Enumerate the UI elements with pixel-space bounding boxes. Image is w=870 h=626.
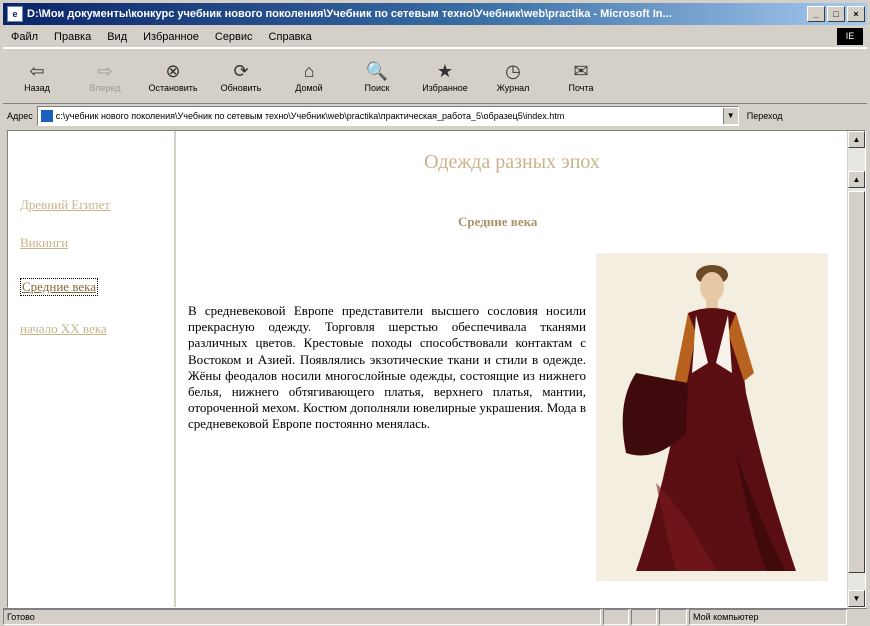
mail-icon: ✉ bbox=[573, 61, 589, 81]
navigation-frame: Древний Египет Викинги Средние века нача… bbox=[8, 131, 176, 607]
toolbar-label: Домой bbox=[295, 83, 323, 93]
address-input[interactable]: c:\учебник нового поколения\Учебник по с… bbox=[36, 106, 739, 126]
toolbar-button-7[interactable]: ◷ Журнал bbox=[479, 51, 547, 101]
toolbar-button-0[interactable]: ⇦ Назад bbox=[3, 51, 71, 101]
status-pane-1 bbox=[603, 609, 629, 625]
toolbar-button-2[interactable]: ⊗ Остановить bbox=[139, 51, 207, 101]
status-text: Готово bbox=[3, 609, 601, 625]
home-icon: ⌂ bbox=[303, 61, 315, 81]
nav-link-egypt[interactable]: Древний Египет bbox=[20, 197, 110, 213]
toolbar-button-8[interactable]: ✉ Почта bbox=[547, 51, 615, 101]
content-frame: Одежда разных эпох Средние века В средне… bbox=[176, 131, 848, 607]
status-bar: Готово Мой компьютер bbox=[3, 608, 867, 625]
menu-favorites[interactable]: Избранное bbox=[143, 31, 199, 43]
status-zone: Мой компьютер bbox=[689, 609, 847, 625]
toolbar-button-6[interactable]: ★ Избранное bbox=[411, 51, 479, 101]
toolbar-button-5[interactable]: 🔍 Поиск bbox=[343, 51, 411, 101]
scroll-up-icon[interactable]: ▲ bbox=[848, 131, 865, 148]
toolbar-label: Почта bbox=[568, 83, 594, 93]
chevron-down-icon[interactable]: ▼ bbox=[722, 108, 738, 124]
menu-help[interactable]: Справка bbox=[269, 31, 312, 43]
nav-link-middle-ages[interactable]: Средние века bbox=[20, 278, 99, 296]
section-subtitle: Средние века bbox=[458, 214, 538, 229]
address-url[interactable]: c:\учебник нового поколения\Учебник по с… bbox=[56, 111, 723, 121]
menu-edit[interactable]: Правка bbox=[54, 31, 91, 43]
article-text: В средневековой Европе представители выс… bbox=[188, 303, 586, 432]
ie-page-icon: e bbox=[7, 6, 23, 22]
close-button[interactable]: × bbox=[847, 6, 865, 22]
page-title: Одежда разных эпох bbox=[424, 151, 600, 173]
menu-bar: Файл Правка Вид Избранное Сервис Справка… bbox=[3, 27, 867, 48]
scroll-down-icon[interactable]: ▼ bbox=[848, 590, 865, 607]
toolbar-label: Обновить bbox=[220, 83, 262, 93]
browser-content: Древний Египет Викинги Средние века нача… bbox=[7, 130, 866, 608]
window-titlebar: e D:\Мои документы\конкурс учебник новог… bbox=[3, 3, 867, 25]
toolbar-button-1[interactable]: ⇨ Вперед bbox=[71, 51, 139, 101]
menu-view[interactable]: Вид bbox=[107, 31, 127, 43]
toolbar-label: Журнал bbox=[496, 83, 530, 93]
toolbar: ⇦ Назад ⇨ Вперед ⊗ Остановить ⟳ Обновить ⌂ Домой 🔍… bbox=[3, 48, 867, 104]
back-arrow-icon: ⇦ bbox=[29, 61, 45, 81]
window-title: D:\Мои документы\конкурс учебник нового … bbox=[27, 8, 672, 20]
windows-logo-icon: IE bbox=[837, 28, 863, 45]
scrollbar-thumb[interactable] bbox=[848, 191, 865, 573]
favorites-icon: ★ bbox=[436, 61, 454, 81]
refresh-icon: ⟳ bbox=[233, 61, 249, 81]
go-button[interactable]: Переход bbox=[747, 111, 783, 121]
toolbar-label: Вперед bbox=[89, 83, 121, 93]
minimize-button[interactable]: _ bbox=[807, 6, 825, 22]
toolbar-label: Избранное bbox=[422, 83, 468, 93]
address-label: Адрес bbox=[7, 111, 33, 121]
scroll-up-icon-2[interactable]: ▲ bbox=[848, 171, 865, 188]
toolbar-label: Назад bbox=[24, 83, 50, 93]
forward-arrow-icon: ⇨ bbox=[97, 61, 113, 81]
nav-link-vikings[interactable]: Викинги bbox=[20, 235, 68, 251]
toolbar-button-3[interactable]: ⟳ Обновить bbox=[207, 51, 275, 101]
maximize-button[interactable]: □ bbox=[827, 6, 845, 22]
status-pane-2 bbox=[631, 609, 657, 625]
page-icon bbox=[40, 110, 53, 122]
medieval-dress-image bbox=[596, 253, 828, 581]
stop-icon: ⊗ bbox=[165, 61, 181, 81]
menu-file[interactable]: Файл bbox=[11, 31, 38, 43]
menu-tools[interactable]: Сервис bbox=[215, 31, 253, 43]
history-icon: ◷ bbox=[505, 61, 521, 81]
search-icon: 🔍 bbox=[365, 61, 389, 81]
address-bar: Адрес c:\учебник нового поколения\Учебни… bbox=[3, 105, 867, 127]
vertical-scrollbar[interactable]: ▲ ▲ ▼ bbox=[847, 131, 865, 607]
toolbar-label: Поиск bbox=[364, 83, 390, 93]
nav-link-20th-century[interactable]: начало XX века bbox=[20, 321, 107, 337]
medieval-lady-illustration bbox=[596, 253, 828, 581]
toolbar-label: Остановить bbox=[148, 83, 198, 93]
status-pane-3 bbox=[659, 609, 687, 625]
toolbar-button-4[interactable]: ⌂ Домой bbox=[275, 51, 343, 101]
